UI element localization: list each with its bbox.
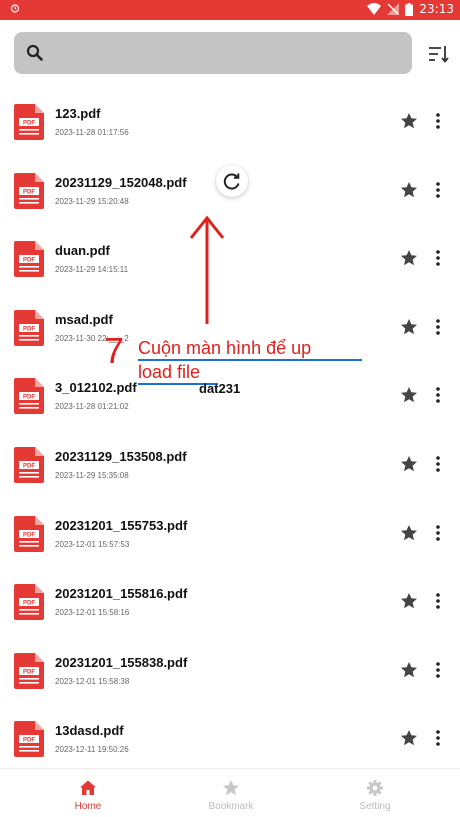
more-vert-icon[interactable] [434, 455, 442, 473]
pdf-file-icon: PDF [14, 584, 44, 621]
nav-home-label: Home [74, 801, 102, 812]
pdf-file-icon: PDF [14, 104, 44, 140]
file-name: 20231201_155838.pdf [55, 654, 188, 670]
status-time: 23:13 [419, 2, 454, 16]
file-row[interactable]: PDF 20231129_153508.pdf 2023-11-29 15:35:0… [0, 429, 460, 497]
star-icon[interactable] [400, 112, 418, 130]
nav-setting[interactable]: Setting [325, 769, 425, 817]
svg-text:PDF: PDF [23, 258, 35, 264]
file-name: 3_012102.pdf [55, 380, 137, 396]
more-vert-icon[interactable] [434, 661, 442, 679]
nav-bookmark-label: Bookmark [208, 801, 254, 812]
file-date: 2023-11-29 15:35:08 [55, 471, 129, 480]
status-icons: 23:13 [367, 2, 454, 16]
more-vert-icon[interactable] [434, 524, 442, 542]
nav-bookmark[interactable]: Bookmark [181, 769, 281, 817]
file-date: 2023-12-11 19:50:26 [55, 745, 129, 755]
status-bar: 23:13 [0, 0, 460, 20]
bottom-navigation: Home Bookmark Setting [0, 768, 460, 817]
sort-icon[interactable] [428, 43, 450, 65]
file-name: 13dasd.pdf [55, 723, 124, 739]
app-screen: 23:13 PDF 123.pdf 2023-11-28 01:17:56 PDF 20… [0, 0, 460, 817]
alarm-icon [10, 3, 20, 16]
more-vert-icon[interactable] [434, 249, 442, 267]
svg-text:PDF: PDF [23, 326, 35, 332]
file-name: 20231129_152048.pdf [55, 174, 187, 190]
battery-icon [405, 2, 414, 16]
file-name: msad.pdf [55, 311, 113, 327]
file-name: 20231201_155816.pdf [55, 586, 188, 602]
star-icon[interactable] [400, 455, 418, 473]
pdf-file-icon: PDF [14, 515, 44, 552]
file-row[interactable]: PDF msad.pdf 2023-11-30 22:__:_2 [0, 292, 460, 360]
more-vert-icon[interactable] [434, 112, 442, 130]
star-icon[interactable] [400, 592, 418, 610]
svg-text:PDF: PDF [23, 395, 35, 401]
file-date: 2023-11-28 01:17:56 [55, 128, 129, 137]
svg-text:PDF: PDF [23, 532, 35, 538]
file-row[interactable]: PDF 13dasd.pdf 2023-12-11 19:50:26 [0, 703, 460, 771]
wifi-icon [367, 3, 382, 15]
nav-setting-label: Setting [359, 801, 391, 812]
gear-icon [367, 780, 383, 796]
file-date: 2023-11-29 14:15:11 [55, 265, 129, 275]
pdf-file-icon: PDF [14, 721, 44, 758]
file-date: 2023-11-29 15:20:48 [55, 196, 129, 206]
more-vert-icon[interactable] [434, 181, 442, 199]
file-name: 20231201_155753.pdf [55, 517, 188, 533]
file-row[interactable]: PDF duan.pdf 2023-11-29 14:15:11 [0, 223, 460, 291]
file-row[interactable]: PDF 3_012102.pdf 2023-11-28 01:21:02 [0, 360, 460, 428]
refresh-indicator [216, 165, 248, 197]
star-icon[interactable] [400, 729, 418, 747]
file-date: 2023-12-01 15:58:38 [55, 676, 130, 686]
pdf-file-icon: PDF [14, 172, 44, 209]
file-row[interactable]: PDF 20231201_155753.pdf 2023-12-01 15:57:5… [0, 498, 460, 566]
file-row[interactable]: PDF 123.pdf 2023-11-28 01:17:56 [0, 86, 460, 154]
file-row[interactable]: PDF 20231201_155838.pdf 2023-12-01 15:58:3… [0, 635, 460, 703]
file-name: 20231129_153508.pdf [55, 449, 187, 464]
svg-text:PDF: PDF [23, 464, 35, 470]
svg-text:PDF: PDF [23, 601, 35, 607]
svg-text:PDF: PDF [23, 669, 35, 675]
more-vert-icon[interactable] [434, 592, 442, 610]
pdf-file-icon: PDF [14, 241, 44, 278]
more-vert-icon[interactable] [434, 386, 442, 404]
more-vert-icon[interactable] [434, 729, 442, 747]
file-date: 2023-11-28 01:21:02 [55, 402, 129, 412]
star-icon[interactable] [400, 318, 418, 336]
file-date: 2023-12-01 15:57:53 [55, 539, 130, 549]
search-bar[interactable] [14, 32, 412, 74]
more-vert-icon[interactable] [434, 318, 442, 336]
file-date: 2023-11-30 22:__:_2 [55, 333, 129, 343]
star-icon[interactable] [400, 661, 418, 679]
pdf-file-icon: PDF [14, 378, 44, 415]
svg-text:PDF: PDF [23, 738, 35, 744]
star-icon[interactable] [400, 524, 418, 542]
svg-text:PDF: PDF [23, 121, 35, 127]
home-icon [80, 780, 96, 795]
file-date: 2023-12-01 15:58:16 [55, 608, 130, 618]
star-icon[interactable] [400, 249, 418, 267]
file-name: 123.pdf [55, 106, 101, 121]
refresh-icon [223, 173, 240, 190]
svg-text:PDF: PDF [23, 189, 35, 195]
pdf-file-icon: PDF [14, 309, 44, 346]
nav-home[interactable]: Home [38, 769, 138, 817]
pdf-file-icon: PDF [14, 447, 44, 483]
file-name: duan.pdf [55, 243, 110, 259]
file-row[interactable]: PDF 20231201_155816.pdf 2023-12-01 15:58:1… [0, 566, 460, 634]
star-icon [223, 780, 239, 796]
no-signal-icon [387, 3, 400, 15]
search-icon [26, 44, 43, 61]
star-icon[interactable] [400, 181, 418, 199]
pdf-file-icon: PDF [14, 652, 44, 689]
star-icon[interactable] [400, 386, 418, 404]
